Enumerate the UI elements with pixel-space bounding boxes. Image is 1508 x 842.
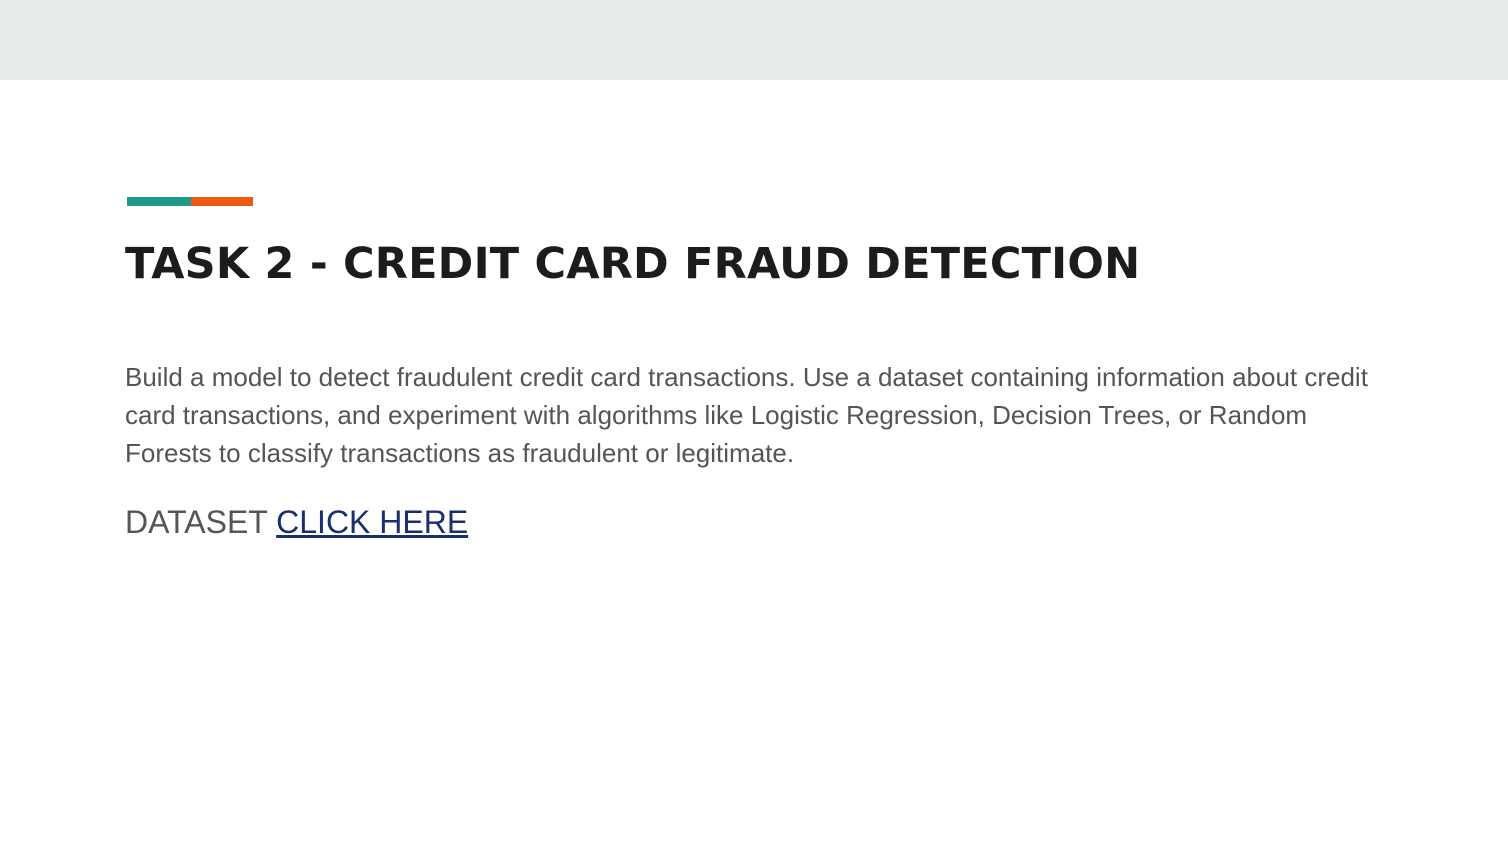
dataset-link[interactable]: CLICK HERE (276, 504, 468, 540)
top-band (0, 0, 1508, 80)
slide-title: TASK 2 - CREDIT CARD FRAUD DETECTION (125, 239, 1141, 289)
title-accent-bar (127, 197, 253, 206)
accent-orange-segment (191, 197, 253, 206)
dataset-line: DATASET CLICK HERE (125, 500, 468, 544)
slide-description: Build a model to detect fraudulent credi… (125, 362, 1368, 468)
dataset-label: DATASET (125, 504, 268, 540)
slide: TASK 2 - CREDIT CARD FRAUD DETECTION Bui… (0, 80, 1508, 842)
accent-teal-segment (127, 197, 191, 206)
